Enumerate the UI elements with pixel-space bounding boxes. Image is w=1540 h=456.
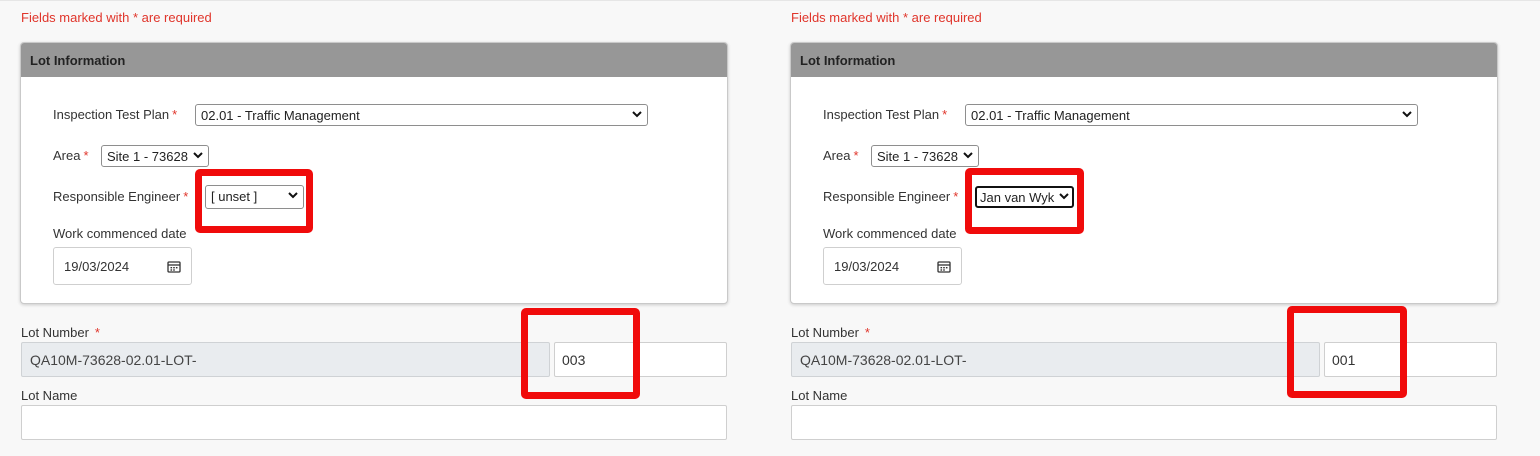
chevron-down-icon bbox=[963, 152, 973, 159]
lot-number-prefix: QA10M-73628-02.01-LOT- bbox=[791, 342, 1320, 377]
lot-number-label: Lot Number * bbox=[21, 325, 100, 340]
lot-number-label: Lot Number * bbox=[791, 325, 870, 340]
engineer-select-value: [ unset ] bbox=[211, 189, 258, 204]
area-label: Area * bbox=[53, 148, 89, 163]
panel-title: Lot Information bbox=[791, 43, 1497, 77]
itp-label: Inspection Test Plan * bbox=[53, 107, 178, 122]
required-marker: * bbox=[94, 325, 100, 340]
itp-select[interactable]: 02.01 - Traffic Management bbox=[195, 104, 648, 126]
itp-select-value: 02.01 - Traffic Management bbox=[201, 108, 360, 123]
required-marker: * bbox=[83, 148, 89, 163]
engineer-select-value: Jan van Wyk bbox=[980, 190, 1055, 205]
required-fields-note: Fields marked with * are required bbox=[791, 10, 982, 25]
chevron-down-icon bbox=[288, 192, 298, 199]
lot-name-input[interactable] bbox=[791, 405, 1497, 440]
chevron-down-icon bbox=[632, 111, 642, 118]
required-fields-note: Fields marked with * are required bbox=[21, 10, 212, 25]
work-date-input[interactable]: 19/03/2024 bbox=[823, 247, 962, 285]
lot-information-panel: Lot Information Inspection Test Plan * 02… bbox=[20, 42, 728, 304]
chevron-down-icon bbox=[1402, 111, 1412, 118]
area-select[interactable]: Site 1 - 73628 bbox=[101, 145, 209, 167]
area-select-value: Site 1 - 73628 bbox=[107, 149, 188, 164]
engineer-label: Responsible Engineer * bbox=[53, 189, 189, 204]
lot-form-left: Fields marked with * are required Lot In… bbox=[0, 0, 740, 456]
required-marker: * bbox=[942, 107, 948, 122]
lot-name-label: Lot Name bbox=[21, 388, 78, 403]
engineer-label: Responsible Engineer * bbox=[823, 189, 959, 204]
itp-select[interactable]: 02.01 - Traffic Management bbox=[965, 104, 1418, 126]
engineer-select[interactable]: Jan van Wyk bbox=[975, 186, 1074, 208]
itp-select-value: 02.01 - Traffic Management bbox=[971, 108, 1130, 123]
lot-name-input[interactable] bbox=[21, 405, 727, 440]
required-marker: * bbox=[853, 148, 859, 163]
work-date-value: 19/03/2024 bbox=[834, 259, 900, 274]
calendar-icon[interactable] bbox=[167, 260, 181, 273]
lot-name-label: Lot Name bbox=[791, 388, 848, 403]
area-label: Area * bbox=[823, 148, 859, 163]
lot-information-panel: Lot Information Inspection Test Plan * 02… bbox=[790, 42, 1498, 304]
panel-title: Lot Information bbox=[21, 43, 727, 77]
required-marker: * bbox=[953, 189, 959, 204]
required-marker: * bbox=[172, 107, 178, 122]
engineer-select[interactable]: [ unset ] bbox=[205, 185, 304, 209]
work-date-label: Work commenced date bbox=[823, 226, 957, 241]
lot-number-suffix-input[interactable]: 003 bbox=[554, 342, 727, 377]
lot-number-prefix: QA10M-73628-02.01-LOT- bbox=[21, 342, 550, 377]
lot-number-suffix-input[interactable]: 001 bbox=[1324, 342, 1497, 377]
itp-label: Inspection Test Plan * bbox=[823, 107, 948, 122]
work-date-value: 19/03/2024 bbox=[64, 259, 130, 274]
work-date-label: Work commenced date bbox=[53, 226, 187, 241]
area-select-value: Site 1 - 73628 bbox=[877, 149, 958, 164]
lot-form-right: Fields marked with * are required Lot In… bbox=[770, 0, 1510, 456]
area-select[interactable]: Site 1 - 73628 bbox=[871, 145, 979, 167]
work-date-input[interactable]: 19/03/2024 bbox=[53, 247, 192, 285]
calendar-icon[interactable] bbox=[937, 260, 951, 273]
required-marker: * bbox=[183, 189, 189, 204]
chevron-down-icon bbox=[193, 152, 203, 159]
required-marker: * bbox=[864, 325, 870, 340]
chevron-down-icon bbox=[1059, 193, 1069, 200]
